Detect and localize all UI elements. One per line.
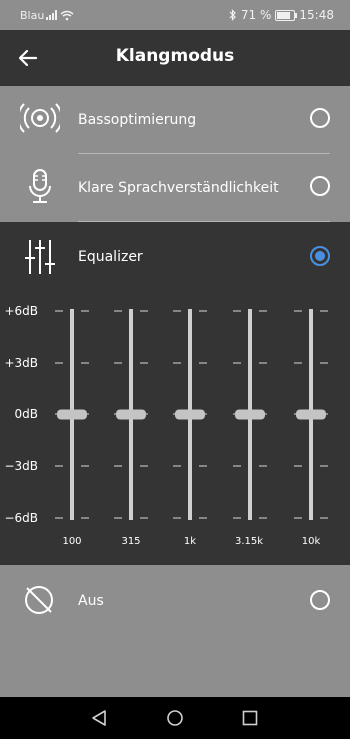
equalizer-panel: Equalizer +6dB +3dB 0dB −3dB −6dB 100 31…	[0, 222, 350, 565]
option-off[interactable]: Aus	[0, 565, 350, 637]
option-speech[interactable]: Klare Sprachverständlichkeit	[0, 154, 350, 222]
battery-percent: 71 %	[240, 8, 272, 22]
option-bass-label: Bassoptimierung	[78, 112, 197, 128]
microphone-icon	[29, 169, 51, 203]
band-freq-label: 100	[62, 536, 82, 547]
app-bar: Klangmodus	[0, 30, 350, 86]
band-freq-label: 315	[121, 536, 141, 547]
bluetooth-icon	[229, 9, 236, 21]
nav-back-icon[interactable]	[90, 709, 108, 727]
circle-slash-icon	[25, 586, 53, 614]
option-speech-radio[interactable]	[310, 176, 330, 196]
eq-slider-knob[interactable]	[296, 409, 326, 420]
eq-slider-knob[interactable]	[116, 409, 146, 420]
clock: 15:48	[299, 8, 334, 22]
speaker-waves-icon	[20, 103, 60, 133]
carrier-label: Blau	[20, 9, 45, 22]
option-off-radio[interactable]	[310, 590, 330, 610]
eq-slider-knob[interactable]	[235, 409, 265, 420]
eq-slider-knob[interactable]	[175, 409, 205, 420]
nav-recents-icon[interactable]	[242, 710, 258, 726]
signal-wifi-icon	[46, 10, 74, 21]
page-title: Klangmodus	[115, 46, 235, 66]
nav-home-icon[interactable]	[166, 709, 184, 727]
option-bass[interactable]: Bassoptimierung	[0, 86, 350, 154]
option-off-label: Aus	[78, 593, 104, 609]
system-nav-bar	[0, 697, 350, 739]
band-freq-label: 10k	[301, 536, 321, 547]
status-bar: Blau 71 % 15:48	[0, 0, 350, 30]
battery-icon	[275, 9, 298, 21]
option-bass-radio[interactable]	[310, 108, 330, 128]
option-speech-label: Klare Sprachverständlichkeit	[78, 180, 279, 196]
eq-slider-knob[interactable]	[57, 409, 87, 420]
band-freq-label: 1k	[183, 536, 197, 547]
band-freq-label: 3.15k	[234, 536, 264, 547]
equalizer-sliders	[55, 309, 328, 520]
